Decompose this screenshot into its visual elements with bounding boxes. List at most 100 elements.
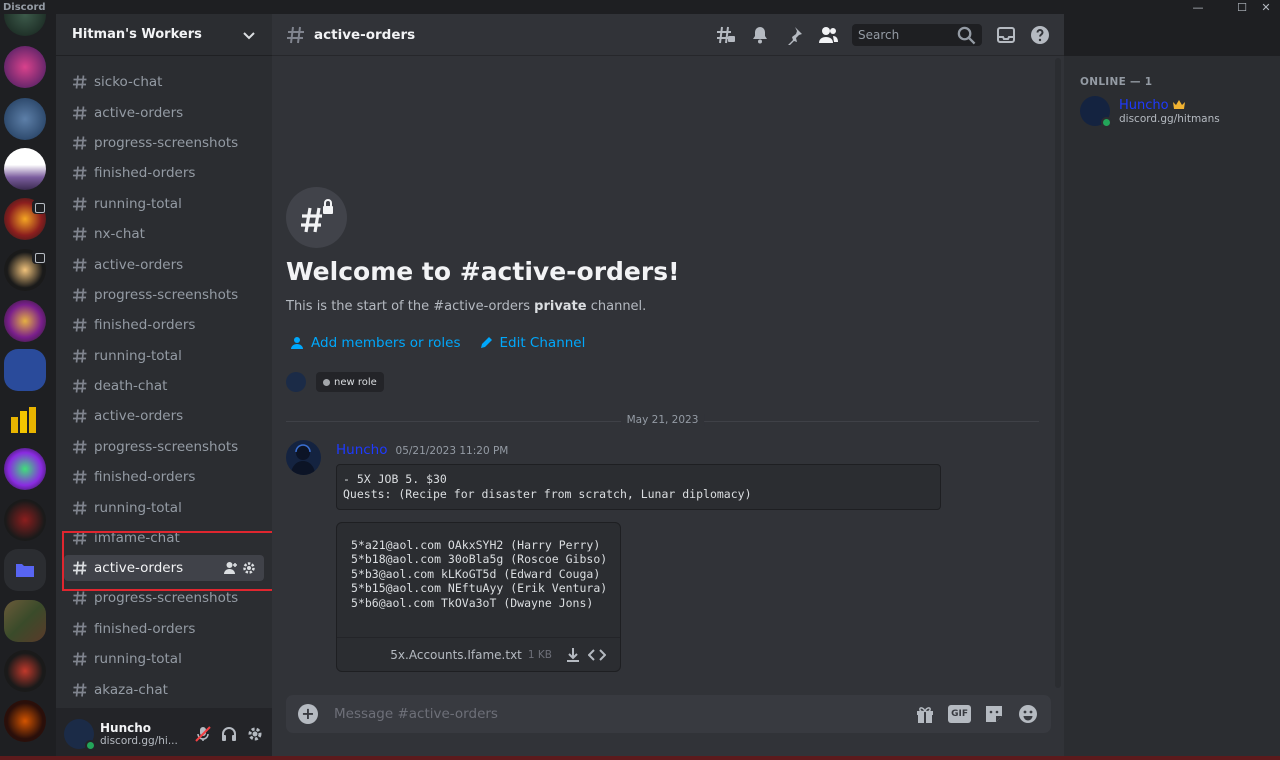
settings-gear-icon[interactable]	[246, 725, 264, 743]
channel-label: finished-orders	[94, 165, 196, 182]
member-list-icon[interactable]	[818, 25, 838, 45]
edit-channel-button[interactable]: Edit Channel	[479, 335, 585, 351]
channel-label: death-chat	[94, 378, 168, 395]
channel-item-sicko-chat[interactable]: sicko-chat	[64, 67, 264, 97]
channel-hash-icon	[73, 501, 87, 515]
message-author[interactable]: Huncho	[336, 442, 388, 458]
gif-button[interactable]: GIF	[948, 705, 971, 723]
server-icon[interactable]	[4, 148, 46, 190]
gift-icon[interactable]	[914, 703, 936, 725]
chevron-down-icon	[243, 31, 255, 39]
channel-item-imfame-chat[interactable]: imfame-chat	[64, 523, 264, 553]
channel-label: finished-orders	[94, 469, 196, 486]
server-folder-icon[interactable]	[4, 349, 46, 391]
channel-hash-icon	[73, 622, 87, 636]
message-composer[interactable]: + Message #active-orders GIF	[286, 695, 1051, 733]
member-avatar[interactable]	[286, 372, 306, 392]
channel-hash-icon	[73, 591, 87, 606]
server-icon-m[interactable]	[4, 448, 46, 490]
channel-item-progress-screenshots[interactable]: progress-screenshots	[64, 583, 264, 613]
channel-item-running-total[interactable]: running-total	[64, 341, 264, 371]
welcome-subtitle-bold: private	[534, 299, 587, 314]
threads-icon[interactable]	[716, 25, 736, 45]
channel-item-active-orders[interactable]: active-orders	[64, 249, 264, 279]
guild-header[interactable]: Hitman's Workers	[56, 14, 272, 56]
server-icon[interactable]	[4, 14, 46, 36]
attachment-filename[interactable]: 5x.Accounts.Ifame.txt	[390, 648, 522, 662]
channel-label: finished-orders	[94, 620, 196, 637]
channel-hash-icon	[287, 26, 304, 43]
channel-item-progress-screenshots[interactable]: progress-screenshots	[64, 432, 264, 462]
channel-item-finished-orders[interactable]: finished-orders	[64, 462, 264, 492]
channel-item-finished-orders[interactable]: finished-orders	[64, 158, 264, 188]
channel-item-death-chat[interactable]: death-chat	[64, 371, 264, 401]
channel-item-finished-orders[interactable]: finished-orders	[64, 310, 264, 340]
channel-item-finished-orders[interactable]: finished-orders	[64, 614, 264, 644]
help-icon[interactable]	[1030, 25, 1050, 45]
server-icon-dw[interactable]	[4, 650, 46, 692]
download-icon[interactable]	[564, 646, 582, 664]
user-name: Huncho	[100, 721, 152, 735]
channel-hash-icon	[73, 227, 87, 241]
search-input[interactable]: Search	[852, 23, 982, 46]
channel-item-akaza-chat[interactable]: akaza-chat	[64, 674, 264, 704]
attachment-footer: 5x.Accounts.Ifame.txt 1 KB	[337, 637, 620, 671]
server-icon[interactable]	[4, 46, 46, 88]
minimize-button[interactable]: —	[1187, 0, 1209, 14]
server-icon-hitmans[interactable]	[4, 98, 46, 140]
channel-item-active-orders[interactable]: active-orders	[64, 401, 264, 431]
channel-label: akaza-chat	[94, 681, 168, 698]
welcome-subtitle-suffix: channel.	[586, 299, 647, 314]
maximize-button[interactable]: ☐	[1231, 0, 1253, 14]
channel-title: active-orders	[314, 26, 416, 43]
pin-icon[interactable]	[784, 25, 804, 45]
user-avatar[interactable]	[64, 719, 96, 751]
server-icon[interactable]	[4, 700, 46, 742]
mute-mic-icon[interactable]	[194, 725, 212, 743]
channel-item-active-orders[interactable]: active-orders	[64, 555, 264, 582]
add-user-icon	[291, 337, 303, 349]
inbox-icon[interactable]	[996, 25, 1016, 45]
server-icon-gold[interactable]	[4, 399, 46, 441]
server-icon-injuregp[interactable]	[4, 499, 46, 541]
headphones-icon[interactable]	[220, 725, 238, 743]
member-item[interactable]: Huncho discord.gg/hitmans	[1080, 96, 1264, 128]
server-rail	[0, 14, 56, 760]
attach-plus-icon[interactable]: +	[298, 704, 318, 724]
channel-hash-icon	[73, 531, 87, 545]
channel-item-running-total[interactable]: running-total	[64, 189, 264, 219]
channel-hash-icon	[73, 409, 87, 424]
server-folder-icon[interactable]	[4, 600, 46, 642]
folder-icon[interactable]	[4, 549, 46, 591]
channel-item-progress-screenshots[interactable]: progress-screenshots	[64, 280, 264, 310]
channel-label: finished-orders	[94, 317, 196, 334]
emoji-icon[interactable]	[1017, 703, 1039, 725]
event-badge-icon	[32, 200, 46, 214]
notification-bell-icon[interactable]	[750, 25, 770, 45]
channel-hash-icon	[73, 288, 87, 302]
sticker-icon[interactable]	[983, 703, 1005, 725]
invite-user-icon[interactable]	[224, 561, 238, 575]
channel-list: sicko-chat active-orders progress-screensh…	[64, 67, 264, 705]
channel-item-running-total[interactable]: running-total	[64, 492, 264, 522]
channel-item-running-total[interactable]: running-total	[64, 644, 264, 674]
channel-item-progress-screenshots[interactable]: progress-screenshots	[64, 128, 264, 158]
close-button[interactable]: ✕	[1255, 0, 1277, 14]
chat-scrollbar[interactable]	[1055, 58, 1061, 688]
channel-item-active-orders[interactable]: active-orders	[64, 97, 264, 127]
channel-label: running-total	[94, 499, 182, 516]
channel-hash-icon	[73, 349, 87, 363]
online-status-icon	[85, 740, 96, 751]
code-view-icon[interactable]	[588, 646, 606, 664]
channel-item-nx-chat[interactable]: nx-chat	[64, 219, 264, 249]
channel-hash-icon	[73, 105, 87, 120]
channel-label: active-orders	[94, 256, 184, 273]
server-icon-wyvern[interactable]	[4, 300, 46, 342]
message-author-avatar[interactable]	[286, 440, 321, 475]
channel-hash-icon	[73, 257, 87, 272]
member-list: ONLINE — 1 Huncho discord.gg/hitmans	[1064, 56, 1280, 760]
channel-settings-gear-icon[interactable]	[242, 561, 256, 575]
add-members-button[interactable]: Add members or roles	[290, 335, 461, 351]
message-input-placeholder[interactable]: Message #active-orders	[334, 706, 914, 722]
role-pill[interactable]: new role	[316, 372, 384, 392]
